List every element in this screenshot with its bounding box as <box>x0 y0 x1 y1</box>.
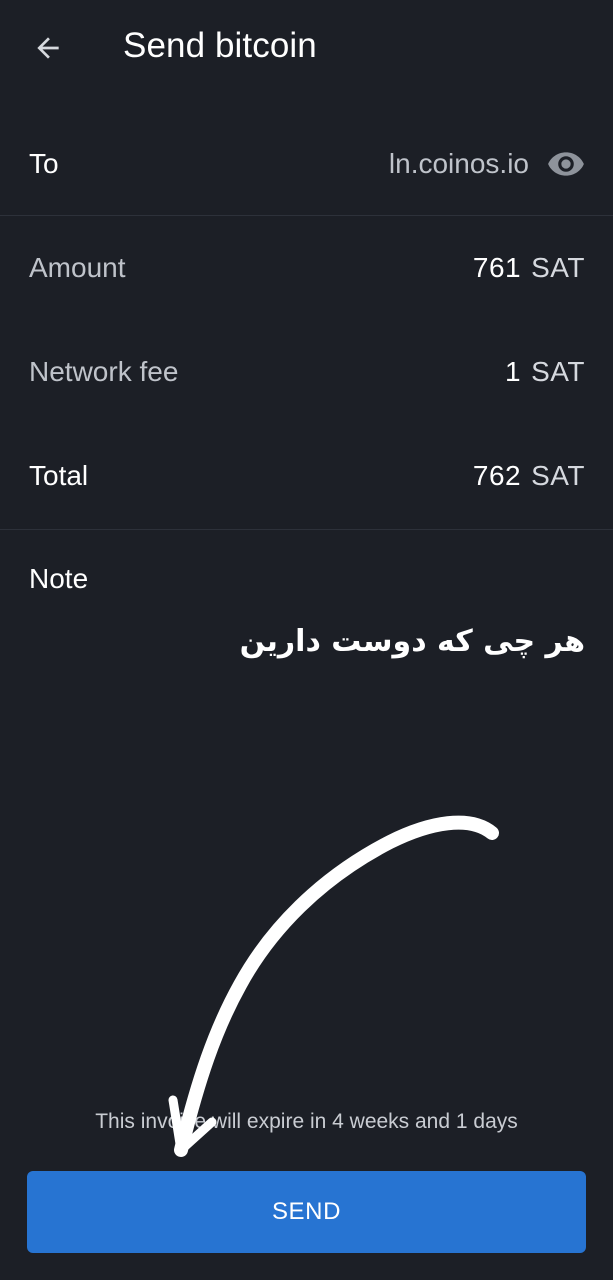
expiry-notice: This invoice will expire in 4 weeks and … <box>95 1110 518 1133</box>
total-label: Total <box>29 460 89 491</box>
recipient-value: ln.coinos.io <box>388 148 529 179</box>
amount-row: Amount 761 SAT <box>0 216 613 320</box>
total-row: Total 762 SAT <box>0 424 613 528</box>
eye-icon[interactable] <box>547 150 585 178</box>
total-value: 762 <box>472 460 522 491</box>
amount-unit: SAT <box>531 252 585 283</box>
recipient-row: To ln.coinos.io <box>0 112 613 216</box>
total-value-group: 762 SAT <box>473 460 585 492</box>
fee-value: 1 <box>505 356 522 387</box>
arrow-left-icon <box>37 37 59 59</box>
fee-row: Network fee 1 SAT <box>0 320 613 424</box>
fee-value-group: 1 SAT <box>505 356 585 388</box>
fee-label: Network fee <box>29 356 179 387</box>
amount-value-group: 761 SAT <box>473 252 585 284</box>
amount-label: Amount <box>29 252 126 283</box>
note-text: هر چی که دوست دارین <box>239 624 585 659</box>
send-button[interactable]: SEND <box>27 1171 586 1253</box>
total-unit: SAT <box>531 460 585 491</box>
back-button[interactable] <box>24 28 72 68</box>
recipient-label: To <box>29 148 59 179</box>
note-label: Note <box>29 563 89 594</box>
page-title: Send bitcoin <box>123 26 317 65</box>
recipient-value-group: ln.coinos.io <box>389 148 585 180</box>
fee-unit: SAT <box>531 356 585 387</box>
amount-value: 761 <box>472 252 522 283</box>
app-header: Send bitcoin <box>0 0 613 96</box>
divider <box>0 529 613 530</box>
